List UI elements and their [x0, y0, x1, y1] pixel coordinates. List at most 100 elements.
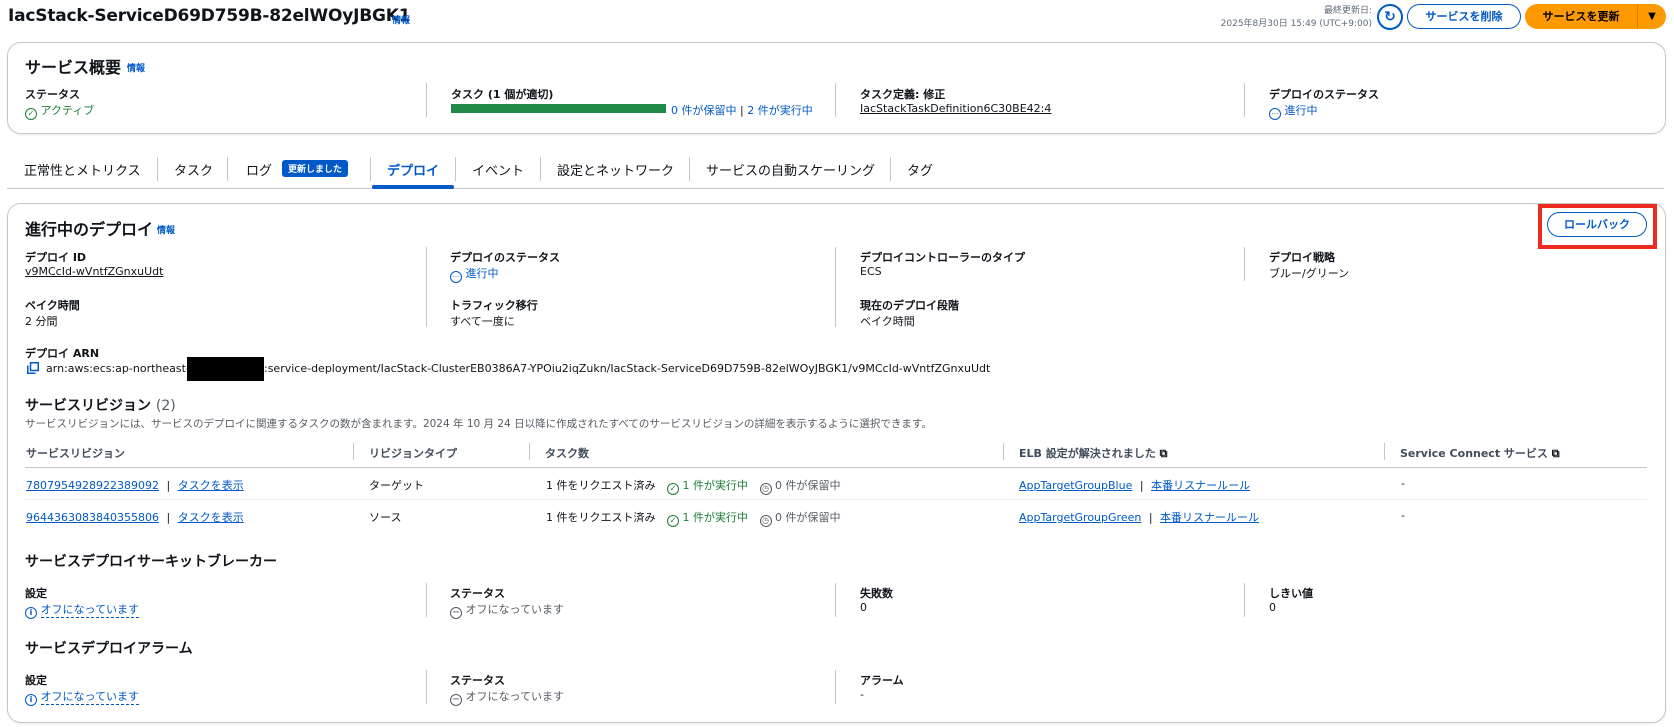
revisions-description: サービスリビジョンには、サービスのデプロイに関連するタスクの数が含まれます。20… — [25, 418, 932, 430]
last-updated-value: 2025年8月30日 15:49 (UTC+9:00) — [1220, 19, 1372, 29]
revision-type: ソース — [369, 511, 402, 524]
revisions-heading: サービスリビジョン (2) — [25, 395, 176, 415]
tab-health-metrics[interactable]: 正常性とメトリクス — [24, 160, 141, 179]
tasks-separator: | — [740, 104, 744, 117]
row-divider — [25, 499, 1647, 500]
revision-id-link[interactable]: 9644363083840355806 — [26, 511, 159, 524]
tab-config-network[interactable]: 設定とネットワーク — [557, 160, 674, 179]
deployment-panel — [7, 203, 1666, 723]
col-service-connect[interactable]: Service Connect サービス ⧉ — [1400, 445, 1560, 461]
cb-status-value: − オフになっています — [450, 601, 564, 619]
alarm-value: - — [860, 688, 864, 701]
pending-text: 0 件が保留中 — [775, 511, 841, 524]
col-task-count[interactable]: タスク数 — [545, 445, 589, 461]
clock-icon: ◷ — [759, 515, 772, 527]
status-label: ステータス — [25, 88, 80, 101]
update-dropdown-caret-icon[interactable]: ▼ — [1637, 4, 1666, 29]
tasks-counts: 0 件が保留中 | 2 件が実行中 — [671, 102, 813, 118]
alarm-setting-value[interactable]: i オフになっています — [25, 688, 139, 706]
check-circle-icon: ✓ — [25, 108, 37, 120]
view-tasks-link[interactable]: タスクを表示 — [178, 479, 244, 492]
copy-icon[interactable] — [27, 362, 39, 377]
target-group-link[interactable]: AppTargetGroupGreen — [1019, 511, 1141, 524]
page-title: IacStack-ServiceD69D759B-82elWOyJBGK1 — [8, 6, 411, 26]
deploy-phase-value: ベイク時間 — [860, 315, 915, 328]
tab-logs[interactable]: ログ — [246, 160, 272, 179]
elb-config: AppTargetGroupGreen | 本番リスナールール — [1019, 511, 1260, 524]
running-text: 1 件が実行中 — [682, 479, 749, 492]
view-tasks-link[interactable]: タスクを表示 — [178, 511, 244, 524]
bake-time-label: ベイク時間 — [25, 299, 80, 312]
cb-failures-label: 失敗数 — [860, 587, 893, 600]
table-header-divider — [25, 467, 1647, 468]
service-connect-value: - — [1401, 509, 1405, 522]
cb-status-text: オフになっています — [465, 603, 564, 616]
in-progress-icon: ··· — [1269, 108, 1281, 120]
overview-deploy-status-text: 進行中 — [1284, 104, 1318, 117]
alarm-status-text: オフになっています — [465, 690, 564, 703]
tasks-label: タスク (1 個が適切) — [451, 88, 554, 101]
info-circle-icon: i — [25, 607, 37, 619]
cb-setting-text[interactable]: オフになっています — [40, 603, 139, 618]
deployment-heading: 進行中のデプロイ — [25, 220, 154, 239]
listener-rule-link[interactable]: 本番リスナールール — [1151, 479, 1250, 492]
revision-type: ターゲット — [369, 479, 424, 492]
deploy-phase-label: 現在のデプロイ段階 — [860, 299, 959, 312]
col-revision[interactable]: サービスリビジョン — [26, 445, 125, 461]
taskdef-label: タスク定義: 修正 — [860, 88, 946, 101]
pending-count: ◷ 0 件が保留中 — [759, 479, 841, 495]
tab-tasks[interactable]: タスク — [174, 160, 213, 179]
update-service-button[interactable]: サービスを更新 — [1525, 4, 1637, 29]
title-info-link[interactable]: 情報 — [392, 13, 410, 26]
revisions-heading-text: サービスリビジョン — [25, 398, 151, 414]
circuit-breaker-heading: サービスデプロイサーキットブレーカー — [25, 554, 277, 570]
tab-events[interactable]: イベント — [472, 160, 524, 179]
cb-setting-value[interactable]: i オフになっています — [25, 601, 139, 619]
col-elb-config-text: ELB 設定が解決されました — [1019, 447, 1156, 460]
tab-tags[interactable]: タグ — [907, 160, 933, 179]
tab-deployments[interactable]: デプロイ — [387, 160, 439, 179]
overview-info-link[interactable]: 情報 — [127, 61, 145, 74]
status-text: アクティブ — [40, 104, 95, 117]
deploy-status-label: デプロイのステータス — [450, 251, 560, 264]
alarm-setting-text[interactable]: オフになっています — [40, 690, 139, 705]
alarm-label: アラーム — [860, 674, 904, 687]
check-circle-icon: ✓ — [667, 515, 679, 527]
deploy-id-link[interactable]: v9MCcId-wVntfZGnxuUdt — [25, 265, 163, 278]
running-count: ✓ 1 件が実行中 — [667, 511, 748, 527]
minus-circle-icon: − — [450, 694, 462, 706]
tasks-running: 2 件が実行中 — [747, 104, 813, 117]
running-count: ✓ 1 件が実行中 — [667, 479, 749, 495]
controller-type-label: デプロイコントローラーのタイプ — [860, 251, 1025, 264]
deploy-id-label: デプロイ ID — [25, 251, 87, 264]
controller-type-value: ECS — [860, 265, 882, 278]
redacted-account-id — [187, 357, 264, 381]
refresh-icon[interactable]: ↻ — [1377, 4, 1403, 30]
strategy-label: デプロイ戦略 — [1269, 251, 1335, 264]
listener-rule-link[interactable]: 本番リスナールール — [1160, 511, 1259, 524]
tab-autoscaling[interactable]: サービスの自動スケーリング — [706, 160, 875, 179]
alarm-setting-label: 設定 — [25, 674, 47, 687]
col-revision-type[interactable]: リビジョンタイプ — [369, 445, 457, 461]
col-service-connect-text: Service Connect サービス — [1400, 447, 1548, 460]
table-row: 9644363083840355806 | タスクを表示 — [26, 511, 244, 524]
deployment-info-link[interactable]: 情報 — [157, 223, 175, 236]
tasks-progress-bar — [451, 104, 666, 113]
rollback-button[interactable]: ロールバック — [1547, 212, 1647, 237]
pending-text: 0 件が保留中 — [775, 479, 841, 492]
alarm-status-label: ステータス — [450, 674, 505, 687]
strategy-value: ブルー/グリーン — [1269, 267, 1350, 280]
target-group-link[interactable]: AppTargetGroupBlue — [1019, 479, 1132, 492]
task-counts: 1 件をリクエスト済み ✓ 1 件が実行中 ◷ 0 件が保留中 — [546, 477, 841, 495]
arn-suffix: :service-deployment/IacStack-ClusterEB03… — [264, 362, 991, 375]
delete-service-button[interactable]: サービスを削除 — [1407, 4, 1521, 29]
alarm-status-value: − オフになっています — [450, 688, 564, 706]
cb-setting-label: 設定 — [25, 587, 47, 600]
col-elb-config[interactable]: ELB 設定が解決されました ⧉ — [1019, 445, 1167, 461]
service-overview-panel — [7, 42, 1666, 134]
taskdef-link[interactable]: IacStackTaskDefinition6C30BE42:4 — [860, 102, 1051, 115]
logs-updated-badge: 更新しました — [282, 160, 349, 177]
revision-id-link[interactable]: 7807954928922389092 — [26, 479, 159, 492]
external-link-icon: ⧉ — [1551, 447, 1560, 460]
tasks-pending: 0 件が保留中 — [671, 104, 737, 117]
